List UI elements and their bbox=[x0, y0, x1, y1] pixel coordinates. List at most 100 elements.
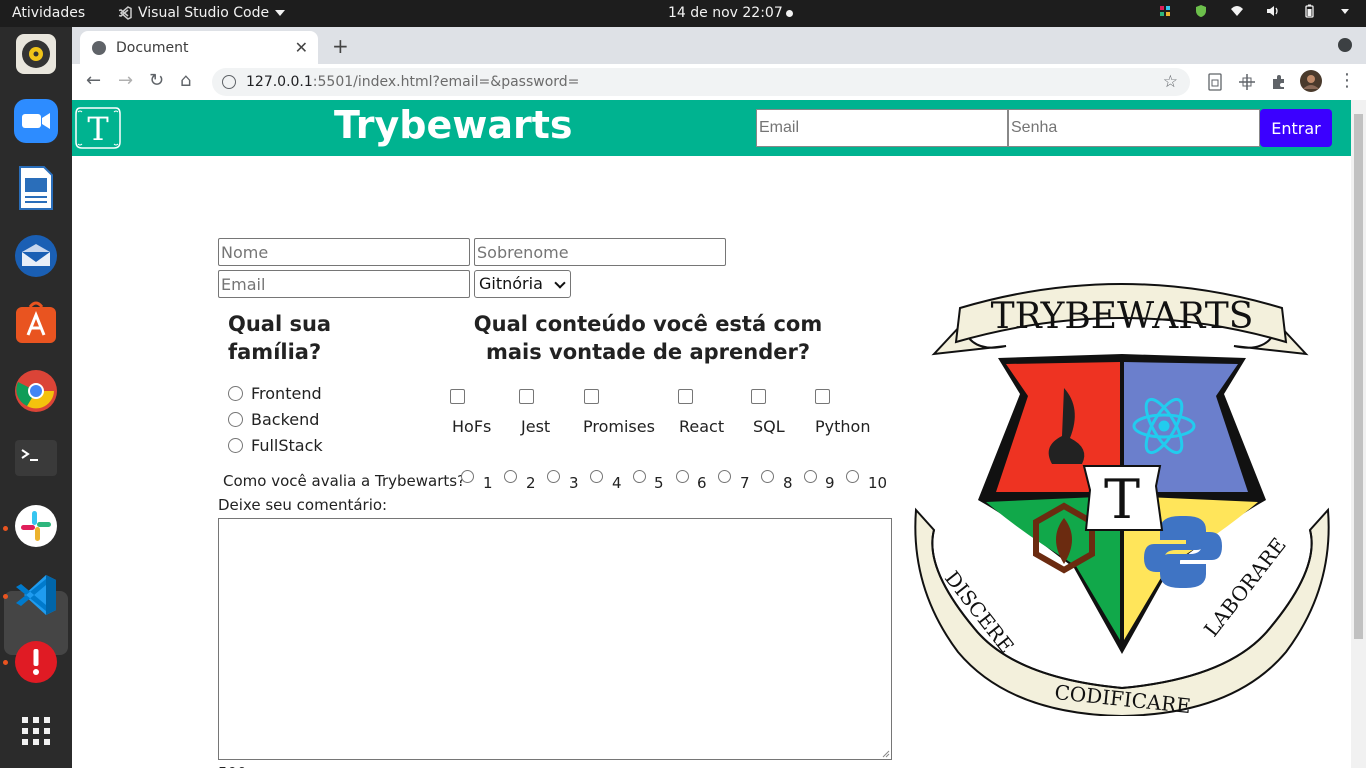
rate-number: 7 bbox=[740, 474, 750, 492]
slack-tray-icon[interactable] bbox=[1158, 4, 1172, 18]
rate-radio-1[interactable] bbox=[461, 470, 474, 483]
system-tray[interactable] bbox=[1158, 4, 1352, 18]
back-icon[interactable]: ← bbox=[86, 70, 101, 91]
libreoffice-impress-icon[interactable] bbox=[12, 164, 60, 212]
rate-radio-5[interactable] bbox=[633, 470, 646, 483]
content-checkbox-jest[interactable] bbox=[519, 389, 534, 404]
rate-radio-4[interactable] bbox=[590, 470, 603, 483]
chevron-down-icon bbox=[554, 277, 566, 289]
rate-radio-6[interactable] bbox=[676, 470, 689, 483]
close-tab-icon[interactable]: ✕ bbox=[295, 38, 308, 57]
family-radio-backend[interactable] bbox=[228, 412, 243, 427]
page-header: T Trybewarts Entrar bbox=[72, 100, 1351, 156]
browser-chrome: Document ✕ + ← → ↻ ⌂ 127.0.0.1:5501/inde… bbox=[72, 27, 1366, 100]
login-form: Entrar bbox=[756, 109, 1332, 147]
battery-icon[interactable] bbox=[1302, 4, 1316, 18]
running-indicator bbox=[3, 594, 8, 599]
wifi-icon[interactable] bbox=[1230, 4, 1244, 18]
content-label: Promises bbox=[583, 417, 655, 436]
resize-handle-icon[interactable] bbox=[882, 750, 890, 758]
rate-radio-9[interactable] bbox=[804, 470, 817, 483]
rate-number: 10 bbox=[868, 474, 888, 492]
name-input[interactable] bbox=[218, 238, 470, 266]
rate-radio-7[interactable] bbox=[718, 470, 731, 483]
scrollbar-thumb[interactable] bbox=[1354, 114, 1363, 639]
show-apps-icon[interactable] bbox=[12, 707, 60, 755]
rhythmbox-icon[interactable] bbox=[12, 30, 60, 78]
running-indicator bbox=[3, 660, 8, 665]
profile-avatar[interactable] bbox=[1300, 70, 1322, 92]
family-radio-frontend[interactable] bbox=[228, 386, 243, 401]
notification-dot-icon bbox=[786, 10, 793, 17]
content-checkbox-react[interactable] bbox=[678, 389, 693, 404]
page-scrollbar[interactable] bbox=[1351, 100, 1366, 768]
logo-letter: T bbox=[87, 110, 109, 148]
family-radio-fullstack[interactable] bbox=[228, 438, 243, 453]
tab-search-icon[interactable] bbox=[1338, 38, 1352, 52]
thunderbird-icon[interactable] bbox=[12, 232, 60, 280]
content-label: SQL bbox=[753, 417, 785, 436]
rate-number: 3 bbox=[569, 474, 579, 492]
family-label: Frontend bbox=[251, 384, 322, 403]
login-button[interactable]: Entrar bbox=[1260, 109, 1332, 147]
kebab-menu-icon[interactable]: ⋮ bbox=[1338, 70, 1356, 91]
crest-center-letter: T bbox=[1104, 468, 1140, 531]
browser-toolbar: ← → ↻ ⌂ 127.0.0.1:5501/index.html?email=… bbox=[72, 64, 1366, 100]
zoom-icon[interactable] bbox=[12, 97, 60, 145]
shield-icon[interactable] bbox=[1194, 4, 1208, 18]
character-counter: 500 bbox=[218, 764, 247, 768]
forward-icon[interactable]: → bbox=[118, 70, 133, 91]
reload-icon[interactable]: ↻ bbox=[149, 70, 164, 91]
terminal-icon[interactable] bbox=[12, 434, 60, 482]
rate-question: Como você avalia a Trybewarts? bbox=[223, 472, 466, 490]
volume-icon[interactable] bbox=[1266, 4, 1280, 18]
rate-radio-8[interactable] bbox=[761, 470, 774, 483]
system-top-bar: Atividades Visual Studio Code 14 de nov … bbox=[0, 0, 1366, 27]
activities-button[interactable]: Atividades bbox=[12, 5, 85, 21]
clock[interactable]: 14 de nov 22:07 bbox=[668, 5, 783, 21]
header-email-input[interactable] bbox=[756, 109, 1008, 147]
content-question: Qual conteúdo você está com mais vontade… bbox=[473, 312, 823, 364]
bookmark-star-icon[interactable]: ☆ bbox=[1163, 68, 1178, 96]
home-icon[interactable]: ⌂ bbox=[180, 70, 191, 91]
app-center-icon[interactable] bbox=[12, 299, 60, 347]
url-path: :5501/index.html?email=&password= bbox=[312, 74, 580, 90]
email-input[interactable] bbox=[218, 270, 470, 298]
content-checkbox-promises[interactable] bbox=[584, 389, 599, 404]
content-checkbox-python[interactable] bbox=[815, 389, 830, 404]
vscode-small-icon bbox=[118, 6, 132, 20]
slack-icon[interactable] bbox=[12, 502, 60, 550]
address-bar[interactable]: 127.0.0.1:5501/index.html?email=&passwor… bbox=[212, 68, 1190, 96]
comment-label: Deixe seu comentário: bbox=[218, 496, 388, 514]
rate-radio-2[interactable] bbox=[504, 470, 517, 483]
page-viewport: T Trybewarts Entrar Gitnória Qual sua fa… bbox=[72, 100, 1351, 768]
rate-number: 8 bbox=[783, 474, 793, 492]
chrome-icon[interactable] bbox=[12, 367, 60, 415]
alert-icon[interactable] bbox=[12, 638, 60, 686]
lastname-input[interactable] bbox=[474, 238, 726, 266]
sheets-extension-icon[interactable] bbox=[1206, 73, 1224, 91]
site-info-icon[interactable] bbox=[222, 75, 236, 89]
rate-radio-10[interactable] bbox=[846, 470, 859, 483]
vscode-icon[interactable] bbox=[12, 571, 60, 619]
chevron-down-icon[interactable] bbox=[1338, 4, 1352, 18]
content-label: Jest bbox=[521, 417, 551, 436]
house-select[interactable]: Gitnória bbox=[474, 270, 571, 298]
content-label: React bbox=[679, 417, 725, 436]
header-password-input[interactable] bbox=[1008, 109, 1260, 147]
family-label: FullStack bbox=[251, 436, 323, 455]
page-title: Trybewarts bbox=[334, 103, 573, 147]
content-checkbox-sql[interactable] bbox=[751, 389, 766, 404]
rate-radio-3[interactable] bbox=[547, 470, 560, 483]
tab-document[interactable]: Document ✕ bbox=[80, 31, 318, 64]
rate-number: 1 bbox=[483, 474, 493, 492]
content-label: Python bbox=[815, 417, 871, 436]
new-tab-button[interactable]: + bbox=[332, 34, 349, 58]
comment-textarea[interactable] bbox=[218, 518, 892, 760]
puzzle-extensions-icon[interactable] bbox=[1270, 73, 1288, 91]
move-extension-icon[interactable] bbox=[1238, 73, 1256, 91]
rate-number: 5 bbox=[654, 474, 664, 492]
app-menu[interactable]: Visual Studio Code bbox=[118, 5, 286, 21]
content-checkbox-hofs[interactable] bbox=[450, 389, 465, 404]
app-name: Visual Studio Code bbox=[138, 5, 270, 21]
